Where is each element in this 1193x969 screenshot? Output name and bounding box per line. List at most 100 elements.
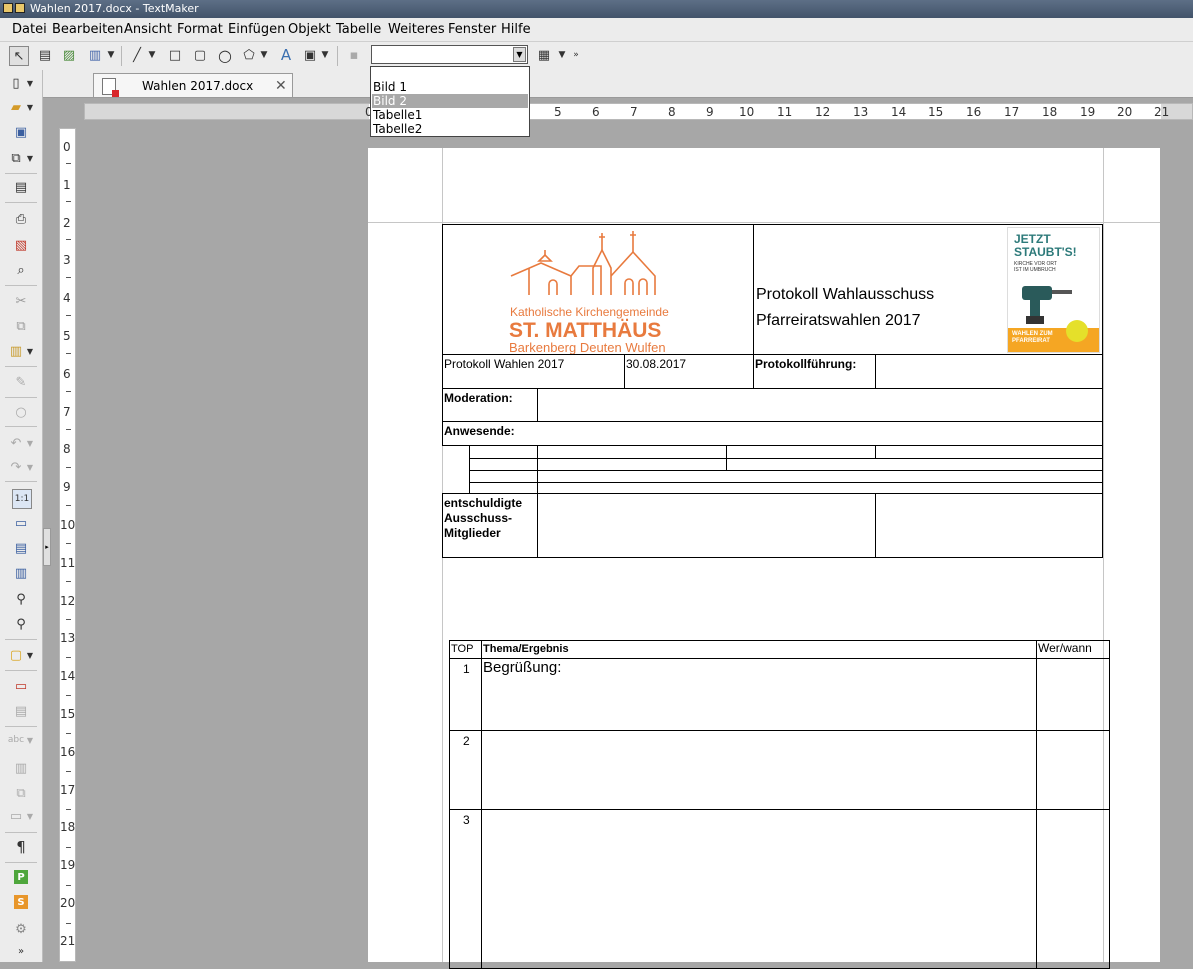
dropdown-option-selected[interactable]: Bild 2 — [372, 94, 528, 108]
save-as-icon[interactable]: ⧉ — [7, 149, 25, 167]
whole-page-icon[interactable]: ▤ — [12, 539, 30, 557]
document-tab[interactable]: Wahlen 2017.docx ✕ — [93, 73, 293, 97]
title-cell[interactable]: Protokoll Wahlausschuss Pfarreiratswahle… — [753, 224, 1103, 355]
save-icon[interactable]: ▣ — [12, 123, 30, 141]
title-bar: Wahlen 2017.docx - TextMaker — [0, 0, 1193, 18]
chevron-down-icon[interactable]: ▼ — [320, 46, 330, 64]
chevron-down-icon[interactable]: ▼ — [259, 46, 269, 64]
new-document-icon[interactable]: ▯ — [7, 74, 25, 92]
menu-bearbeiten[interactable]: Bearbeiten — [52, 22, 123, 37]
agenda-row-text-cell[interactable]: Begrüßung: — [481, 658, 1037, 731]
rectangle-icon[interactable]: □ — [166, 46, 184, 64]
chevron-down-icon[interactable]: ▼ — [25, 98, 35, 116]
menu-objekt[interactable]: Objekt — [288, 22, 331, 37]
moderation-value-cell[interactable] — [537, 388, 1103, 422]
menu-fenster[interactable]: Fenster — [448, 22, 496, 37]
chevron-down-icon[interactable]: ▼ — [147, 46, 157, 64]
close-tab-icon[interactable]: ✕ — [275, 77, 287, 94]
picture-icon[interactable]: ▨ — [60, 46, 78, 64]
undo-icon[interactable]: ↶ — [7, 434, 25, 452]
chevron-down-icon[interactable]: ▼ — [106, 46, 116, 64]
dropdown-option[interactable]: Tabelle2 — [372, 122, 528, 136]
zoom-in-icon[interactable]: ⚲ — [12, 590, 30, 608]
chevron-down-icon[interactable]: ▼ — [25, 74, 35, 92]
redo-icon[interactable]: ↷ — [7, 458, 25, 476]
toolbar-overflow-icon[interactable]: » — [12, 942, 30, 960]
chevron-down-icon[interactable]: ▼ — [513, 47, 526, 62]
ellipse-icon[interactable]: ○ — [216, 46, 234, 65]
protokoll-label: Protokoll Wahlen 2017 — [444, 357, 565, 371]
chart-icon[interactable]: ▥ — [86, 46, 104, 64]
chevron-down-icon[interactable]: ▼ — [25, 731, 35, 749]
document-page[interactable]: Katholische Kirchengemeinde ST. MATTHÄUS… — [368, 148, 1160, 969]
chevron-down-icon[interactable]: ▼ — [25, 434, 35, 452]
settings-gear-icon[interactable]: ⚙ — [12, 920, 30, 938]
agenda-row-wer-cell[interactable] — [1036, 730, 1110, 810]
form-field-icon[interactable]: ▭ — [12, 677, 30, 695]
cut-icon[interactable]: ✂ — [12, 292, 30, 310]
pdf-export-icon[interactable]: ▧ — [12, 236, 30, 254]
menu-weiteres[interactable]: Weiteres — [388, 22, 445, 37]
table-grid-icon[interactable]: ▦ — [535, 46, 553, 64]
toolbar-overflow-icon[interactable]: » — [571, 46, 581, 64]
zoom-out-icon[interactable]: ⚲ — [12, 615, 30, 633]
agenda-row-text-cell[interactable] — [481, 809, 1037, 969]
horizontal-ruler[interactable]: 0 ·1· ·2· ·3· ·4· 5 6 7 8 9 10 11 12 13 … — [84, 103, 1193, 120]
print-preview-icon[interactable]: ⌕ — [12, 261, 30, 279]
textframe-icon[interactable]: ▤ — [36, 46, 54, 64]
logo-cell[interactable]: Katholische Kirchengemeinde ST. MATTHÄUS… — [442, 224, 754, 355]
envelope-icon[interactable]: ▭ — [7, 807, 25, 825]
menu-tabelle[interactable]: Tabelle — [336, 22, 381, 37]
object-select-combo[interactable]: ▼ — [371, 45, 528, 64]
window-menu-icon[interactable] — [3, 3, 25, 13]
menu-ansicht[interactable]: Ansicht — [124, 22, 172, 37]
menu-hilfe[interactable]: Hilfe — [501, 22, 531, 37]
ole-object-icon[interactable]: ▣ — [301, 46, 319, 64]
agenda-row-wer-cell[interactable] — [1036, 658, 1110, 731]
page-width-icon[interactable]: ▭ — [12, 514, 30, 532]
agenda-row-wer-cell[interactable] — [1036, 809, 1110, 969]
fax-icon[interactable]: ▤ — [12, 178, 30, 196]
planmaker-app-icon[interactable]: S — [14, 895, 28, 909]
agenda-row-text-cell[interactable] — [481, 730, 1037, 810]
autoshape-icon[interactable]: ⬠ — [240, 46, 258, 64]
chevron-down-icon[interactable]: ▼ — [25, 646, 35, 664]
menu-format[interactable]: Format — [177, 22, 223, 37]
menu-datei[interactable]: Datei — [12, 22, 47, 37]
date-cell[interactable]: 30.08.2017 — [624, 354, 754, 389]
chevron-down-icon[interactable]: ▼ — [25, 807, 35, 825]
vertical-ruler[interactable]: 0 1 2 3 4 5 6 7 8 9 10 11 12 13 14 15 16… — [59, 128, 76, 962]
zoom-100-icon[interactable]: 1:1 — [12, 489, 32, 509]
pilcrow-icon[interactable]: ¶ — [12, 838, 30, 856]
select-pointer-icon[interactable]: ↖ — [9, 46, 29, 66]
chevron-down-icon[interactable]: ▼ — [25, 458, 35, 476]
logo-places: Barkenberg Deuten Wulfen — [509, 340, 666, 354]
textart-icon[interactable]: A — [277, 46, 295, 64]
paste-icon[interactable]: ▥ — [7, 342, 25, 360]
open-folder-icon[interactable]: ▰ — [7, 98, 25, 116]
format-painter-icon[interactable]: ✎ — [12, 373, 30, 391]
chevron-down-icon[interactable]: ▼ — [25, 342, 35, 360]
line-icon[interactable]: ╱ — [128, 46, 146, 64]
menu-einfuegen[interactable]: Einfügen — [228, 22, 285, 37]
panel-splitter-handle[interactable]: ▸ — [43, 528, 51, 566]
rounded-rectangle-icon[interactable]: ▢ — [191, 46, 209, 64]
entschuldigt-label-line1: entschuldigte — [444, 496, 523, 510]
chevron-down-icon[interactable]: ▼ — [25, 149, 35, 167]
entschuldigt-value-cell[interactable] — [537, 493, 876, 558]
pages-icon: ⧉ — [16, 785, 26, 801]
dropdown-option[interactable]: Tabelle1 — [372, 108, 528, 122]
presentations-app-icon[interactable]: P — [14, 870, 28, 884]
dropdown-option[interactable]: Bild 1 — [372, 80, 528, 94]
entschuldigt-extra-cell[interactable] — [875, 493, 1103, 558]
copy-icon[interactable]: ⧉ — [12, 317, 30, 335]
insert-frame-icon[interactable]: ▢ — [7, 646, 25, 664]
logo-subtitle: Katholische Kirchengemeinde — [510, 305, 669, 319]
chevron-down-icon[interactable]: ▼ — [557, 46, 567, 64]
anwesende-label: Anwesende: — [444, 424, 515, 438]
print-icon[interactable]: ⎙ — [12, 210, 30, 228]
two-pages-icon[interactable]: ▥ — [12, 564, 30, 582]
fuehrung-value-cell[interactable] — [875, 354, 1103, 389]
election-poster-image[interactable]: JETZT STAUBT'S! KIRCHE VOR ORT IST IM UM… — [1007, 227, 1100, 353]
spellcheck-icon[interactable]: abc — [7, 731, 25, 749]
